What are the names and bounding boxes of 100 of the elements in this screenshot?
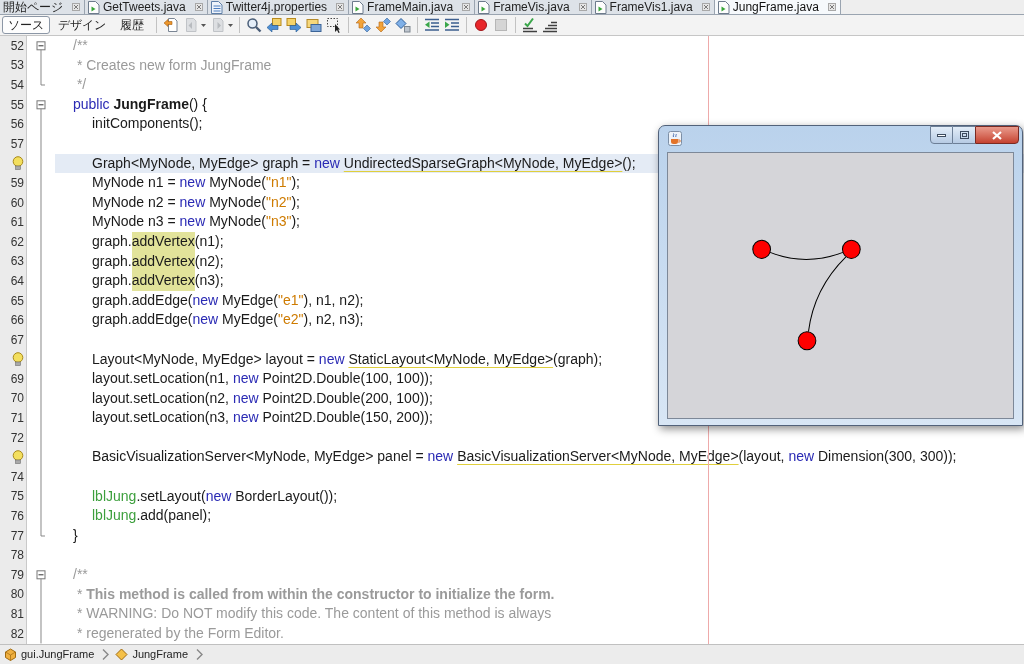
code-line: layout.setLocation(n1, new Point2D.Double(100, 100)); xyxy=(92,369,433,389)
line-number: 72 xyxy=(10,431,24,444)
lightbulb-icon[interactable] xyxy=(12,450,24,465)
highlight-icon[interactable] xyxy=(306,17,322,33)
line-number: 62 xyxy=(10,235,24,248)
code-line: MyNode n3 = new MyNode("n3"); xyxy=(92,212,300,232)
indent-icon[interactable] xyxy=(444,17,460,33)
code-line: MyNode n2 = new MyNode("n2"); xyxy=(92,192,300,212)
editor-tab[interactable]: FrameVis1.java xyxy=(591,0,715,14)
search-icon[interactable] xyxy=(246,17,262,33)
editor-tab[interactable]: 開始ページ xyxy=(0,0,85,14)
fold-toggle-icon[interactable] xyxy=(36,41,46,51)
code-line: public JungFrame() { xyxy=(73,94,207,114)
view-tab[interactable]: デザイン xyxy=(52,16,112,34)
line-number: 53 xyxy=(10,59,24,72)
line-number: 81 xyxy=(10,608,24,620)
graph-node xyxy=(797,331,817,351)
line-number: 75 xyxy=(10,490,24,503)
fold-toggle-icon[interactable] xyxy=(36,570,46,580)
right-arrow-icon[interactable] xyxy=(286,17,302,33)
view-tab[interactable]: 履歴 xyxy=(114,16,150,34)
editor-tab[interactable]: Twitter4j.properties xyxy=(207,0,350,14)
line-number: 57 xyxy=(10,137,24,150)
bookmark-icon[interactable] xyxy=(395,17,411,33)
code-line: /** xyxy=(73,565,88,585)
line-number: 80 xyxy=(10,588,24,601)
code-line: graph.addEdge(new MyEdge("e1"), n1, n2); xyxy=(92,290,364,310)
graph-node xyxy=(841,239,861,259)
close-button[interactable] xyxy=(975,126,1019,144)
maximize-icon xyxy=(959,131,969,139)
view-tab[interactable]: ソース xyxy=(2,16,50,34)
code-line: layout.setLocation(n2, new Point2D.Double(200, 100)); xyxy=(92,388,433,408)
code-line: * Creates new form JungFrame xyxy=(75,55,272,75)
fold-toggle-icon[interactable] xyxy=(36,100,46,110)
cube-icon xyxy=(4,647,17,661)
fold-line xyxy=(40,578,42,644)
line-number: 63 xyxy=(10,255,24,268)
line-number: 66 xyxy=(10,314,24,327)
line-number: 52 xyxy=(10,39,24,52)
editor-tab[interactable]: FrameVis.java xyxy=(475,0,592,14)
left-arrow-icon[interactable] xyxy=(266,17,282,33)
code-line: graph.addVertex(n2); xyxy=(92,251,224,272)
line-number: 70 xyxy=(10,392,24,405)
close-icon[interactable] xyxy=(194,3,203,11)
code-line: /** xyxy=(73,36,88,55)
code-line: initComponents(); xyxy=(92,114,203,134)
code-line: graph.addVertex(n3); xyxy=(92,271,224,291)
line-number: 69 xyxy=(10,372,24,385)
line-number: 60 xyxy=(10,196,24,209)
close-icon[interactable] xyxy=(827,3,836,11)
breadcrumb-item[interactable]: JungFrame xyxy=(115,647,188,661)
code-line: } xyxy=(73,525,78,545)
graph-node xyxy=(752,239,771,259)
line-number: 74 xyxy=(10,470,24,483)
close-icon[interactable] xyxy=(336,3,345,11)
line-number: 64 xyxy=(10,274,24,287)
code-line: layout.setLocation(n3, new Point2D.Double(150, 200)); xyxy=(92,408,433,428)
code-line: lblJung.add(panel); xyxy=(92,506,212,526)
outdent-icon[interactable] xyxy=(424,17,440,33)
record-icon[interactable] xyxy=(473,17,489,33)
up-arrow-icon[interactable] xyxy=(355,17,371,33)
editor-tab[interactable]: FrameMain.java xyxy=(349,0,476,14)
close-icon xyxy=(992,130,1002,140)
down-arrow-icon[interactable] xyxy=(375,17,391,33)
code-line: graph.addEdge(new MyEdge("e2"), n2, n3); xyxy=(92,310,364,330)
line-number: 65 xyxy=(10,294,24,307)
close-icon[interactable] xyxy=(462,3,471,11)
chevron-icon xyxy=(102,648,110,660)
line-number: 55 xyxy=(10,98,24,111)
minimize-icon xyxy=(937,133,946,137)
code-line: MyNode n1 = new MyNode("n1"); xyxy=(92,173,300,193)
code-line: Layout<MyNode, MyEdge> layout = new StaticLayout<MyNode, MyEdge>(graph); xyxy=(92,349,603,369)
lightbulb-icon[interactable] xyxy=(12,156,24,171)
document-arrow-icon[interactable] xyxy=(163,17,179,33)
close-icon[interactable] xyxy=(578,3,587,11)
line-number: 78 xyxy=(10,549,24,562)
chevron-icon xyxy=(196,648,203,660)
editor-tab[interactable]: JungFrame.java xyxy=(714,0,841,14)
comment-icon[interactable] xyxy=(522,17,538,33)
code-line: lblJung.setLayout(new BorderLayout()); xyxy=(92,486,338,506)
close-icon[interactable] xyxy=(701,3,710,11)
code-line: * WARNING: Do NOT modify this code. The content of this method is always xyxy=(75,604,552,624)
fold-line xyxy=(40,49,46,86)
code-line: Graph<MyNode, MyEdge> graph = new UndirectedSparseGraph<MyNode, MyEdge>(); xyxy=(92,153,636,173)
cup-icon[interactable] xyxy=(668,131,682,146)
code-line: BasicVisualizationServer<MyNode, MyEdge> panel = new BasicVisualizationServer<MyNode, MyEdge>(layout, new Dimension(300, 300)); xyxy=(92,447,957,467)
line-number: 82 xyxy=(10,627,24,640)
line-number: 54 xyxy=(10,79,24,91)
code-line: * regenerated by the Form Editor. xyxy=(75,623,284,643)
line-number: 71 xyxy=(10,412,24,425)
code-line: graph.addVertex(n1); xyxy=(92,231,224,252)
line-number: 77 xyxy=(10,529,24,542)
breadcrumb-item[interactable]: gui.JungFrame xyxy=(4,647,95,661)
line-number: 56 xyxy=(10,118,24,131)
selection-icon[interactable] xyxy=(326,17,342,33)
close-icon[interactable] xyxy=(72,3,80,11)
minimize-button[interactable] xyxy=(930,126,953,144)
lightbulb-icon[interactable] xyxy=(12,352,24,367)
maximize-button[interactable] xyxy=(953,126,975,144)
editor-tab[interactable]: GetTweets.java xyxy=(85,0,208,14)
